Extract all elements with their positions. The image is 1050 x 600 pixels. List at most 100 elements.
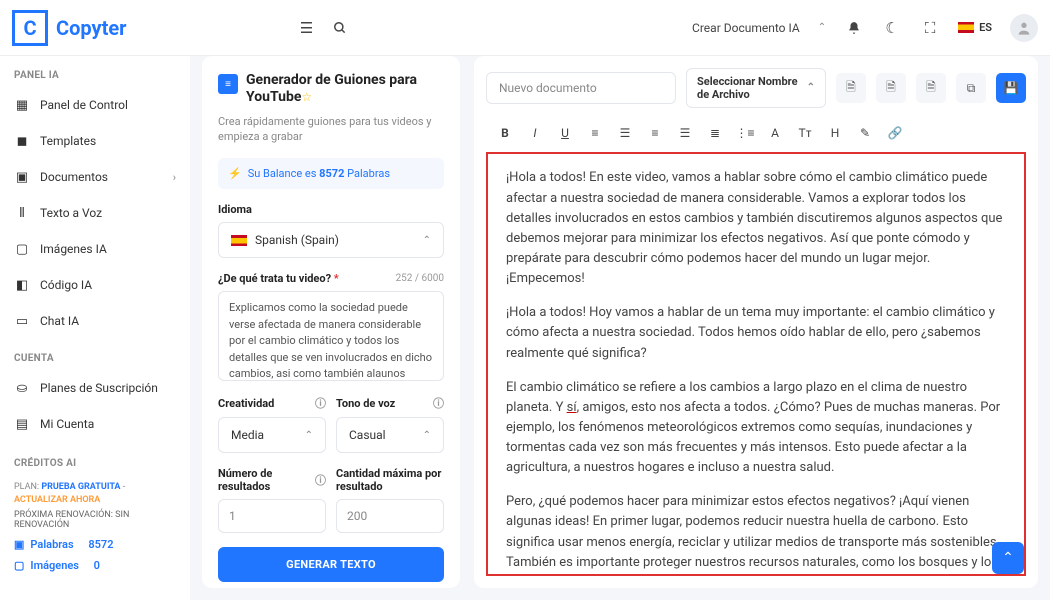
- copy-icon[interactable]: ⧉: [956, 73, 986, 103]
- flag-es-icon: [958, 22, 974, 33]
- bolt-icon: ⚡: [228, 167, 242, 180]
- align-right-icon[interactable]: ≡: [646, 124, 664, 142]
- generate-button[interactable]: GENERAR TEXTO: [218, 547, 444, 582]
- maxres-input[interactable]: 200: [336, 499, 444, 533]
- flag-es-icon: [231, 235, 247, 246]
- sidebar-item-code[interactable]: ◧Código IA: [0, 267, 190, 303]
- font-icon[interactable]: A: [766, 124, 784, 142]
- info-icon[interactable]: ⓘ: [315, 395, 326, 411]
- export-word-icon[interactable]: 🗎: [836, 73, 866, 103]
- save-button[interactable]: 💾: [996, 73, 1026, 103]
- fullscreen-icon[interactable]: ⛶: [920, 18, 940, 38]
- chat-icon: ▭: [14, 313, 30, 329]
- generator-form: ≡ Generador de Guiones para YouTube☆ Cre…: [202, 56, 460, 588]
- dashboard-icon: ▦: [14, 97, 30, 113]
- sidebar-section-panel: PANEL IA: [0, 56, 190, 87]
- chevron-right-icon: ›: [173, 171, 176, 184]
- sidebar-item-images[interactable]: ▢Imágenes IA: [0, 231, 190, 267]
- dark-mode-icon[interactable]: ☾: [882, 18, 902, 38]
- document-name-input[interactable]: Nuevo documento: [486, 72, 676, 104]
- sidebar-section-cuenta: CUENTA: [0, 339, 190, 370]
- scroll-top-button[interactable]: ⌃: [992, 542, 1024, 574]
- plan-info: PLAN: PRUEBA GRATUITA - ACTUALIZAR AHORA: [14, 481, 176, 506]
- template-title: Generador de Guiones para YouTube: [246, 72, 417, 105]
- plans-icon: ⛀: [14, 380, 30, 396]
- search-icon[interactable]: [330, 18, 350, 38]
- creatividad-label: Creatividadⓘ: [218, 395, 326, 411]
- user-avatar[interactable]: [1010, 14, 1038, 42]
- paragraph: Pero, ¿qué podemos hacer para minimizar …: [506, 492, 1006, 576]
- logo[interactable]: C Copyter: [12, 10, 126, 46]
- language-selector[interactable]: ES: [958, 21, 992, 34]
- align-center-icon[interactable]: ☰: [616, 124, 634, 142]
- sidebar-item-chat[interactable]: ▭ Chat IA: [0, 303, 190, 339]
- editor-content[interactable]: ¡Hola a todos! En este video, vamos a ha…: [486, 152, 1026, 576]
- unordered-list-icon[interactable]: ⋮≡: [736, 124, 754, 142]
- sidebar-label: Mi Cuenta: [40, 417, 94, 431]
- align-justify-icon[interactable]: ☰: [676, 124, 694, 142]
- align-left-icon[interactable]: ≡: [586, 124, 604, 142]
- bell-icon[interactable]: [844, 18, 864, 38]
- upgrade-link[interactable]: ACTUALIZAR AHORA: [14, 495, 100, 505]
- sidebar-item-tts[interactable]: ⦀Texto a Voz: [0, 195, 190, 231]
- paragraph: El cambio climático se refiere a los cam…: [506, 378, 1006, 479]
- sidebar-label: Templates: [40, 134, 96, 148]
- balance-badge: ⚡ Su Balance es 8572 Palabras: [218, 158, 444, 189]
- chevron-up-icon: ⌃: [423, 235, 431, 246]
- editor-panel: Nuevo documento Seleccionar Nombre de Ar…: [474, 56, 1038, 588]
- sidebar-label: Chat IA: [40, 314, 79, 328]
- favorite-star-icon[interactable]: ☆: [301, 90, 312, 104]
- idioma-value: Spanish (Spain): [255, 233, 339, 247]
- sidebar-item-templates[interactable]: ◼ Templates: [0, 123, 190, 159]
- idioma-select[interactable]: Spanish (Spain) ⌃: [218, 222, 444, 258]
- export-txt-icon[interactable]: 🗎: [916, 73, 946, 103]
- maxres-label: Cantidad máxima por resultado: [336, 467, 444, 493]
- sidebar-item-documents[interactable]: ▣ Documentos ›: [0, 159, 190, 195]
- link-icon[interactable]: 🔗: [886, 124, 904, 142]
- sidebar-label: Planes de Suscripción: [40, 381, 158, 395]
- menu-toggle-icon[interactable]: ☰: [296, 18, 316, 38]
- idioma-label: Idioma: [218, 203, 444, 216]
- paragraph: ¡Hola a todos! Hoy vamos a hablar de un …: [506, 303, 1006, 363]
- chevron-up-icon: ⌃: [818, 22, 826, 33]
- topic-textarea[interactable]: Explicamos como la sociedad puede verse …: [218, 291, 444, 381]
- audio-icon: ⦀: [14, 205, 30, 221]
- export-pdf-icon[interactable]: 🗎: [876, 73, 906, 103]
- create-doc-link[interactable]: Crear Documento IA: [692, 21, 800, 35]
- renewal-info: PRÓXIMA RENOVACIÓN: SIN RENOVACIÓN: [14, 510, 176, 530]
- italic-icon[interactable]: I: [526, 124, 544, 142]
- info-icon[interactable]: ⓘ: [315, 472, 326, 488]
- sidebar: PANEL IA ▦ Panel de Control ◼ Templates ▣ D…: [0, 0, 190, 600]
- info-icon[interactable]: ⓘ: [433, 395, 444, 411]
- logo-mark: C: [12, 10, 48, 46]
- tono-label: Tono de vozⓘ: [336, 395, 444, 411]
- font-size-icon[interactable]: Tт: [796, 124, 814, 142]
- lang-code: ES: [979, 21, 992, 34]
- words-icon: ▣: [14, 538, 24, 551]
- account-icon: ▤: [14, 416, 30, 432]
- underline-icon[interactable]: U: [556, 124, 574, 142]
- bold-icon[interactable]: B: [496, 124, 514, 142]
- editor-toolbar: B I U ≡ ☰ ≡ ☰ ≣ ⋮≡ A Tт H ✎ 🔗: [486, 116, 1026, 153]
- numres-input[interactable]: 1: [218, 499, 326, 533]
- sidebar-label: Panel de Control: [40, 98, 128, 112]
- sidebar-item-account[interactable]: ▤ Mi Cuenta: [0, 406, 190, 442]
- logo-text: Copyter: [56, 16, 126, 40]
- template-subtitle: Crea rápidamente guiones para tus videos…: [218, 114, 444, 145]
- numres-label: Número de resultadosⓘ: [218, 467, 326, 493]
- ordered-list-icon[interactable]: ≣: [706, 124, 724, 142]
- sidebar-item-plans[interactable]: ⛀ Planes de Suscripción: [0, 370, 190, 406]
- heading-icon[interactable]: H: [826, 124, 844, 142]
- sidebar-section-credits: CRÉDITOS AI: [14, 452, 176, 475]
- images-icon: ▢: [14, 559, 24, 572]
- tono-select[interactable]: Casual⌃: [336, 417, 444, 453]
- sidebar-label: Documentos: [40, 170, 108, 184]
- templates-icon: ◼: [14, 133, 30, 149]
- documents-icon: ▣: [14, 169, 30, 185]
- highlight-icon[interactable]: ✎: [856, 124, 874, 142]
- creatividad-select[interactable]: Media⌃: [218, 417, 326, 453]
- sidebar-item-dashboard[interactable]: ▦ Panel de Control: [0, 87, 190, 123]
- code-icon: ◧: [14, 277, 30, 293]
- chevron-up-icon: ⌃: [423, 430, 431, 441]
- file-name-select[interactable]: Seleccionar Nombre de Archivo ⌃: [686, 68, 826, 108]
